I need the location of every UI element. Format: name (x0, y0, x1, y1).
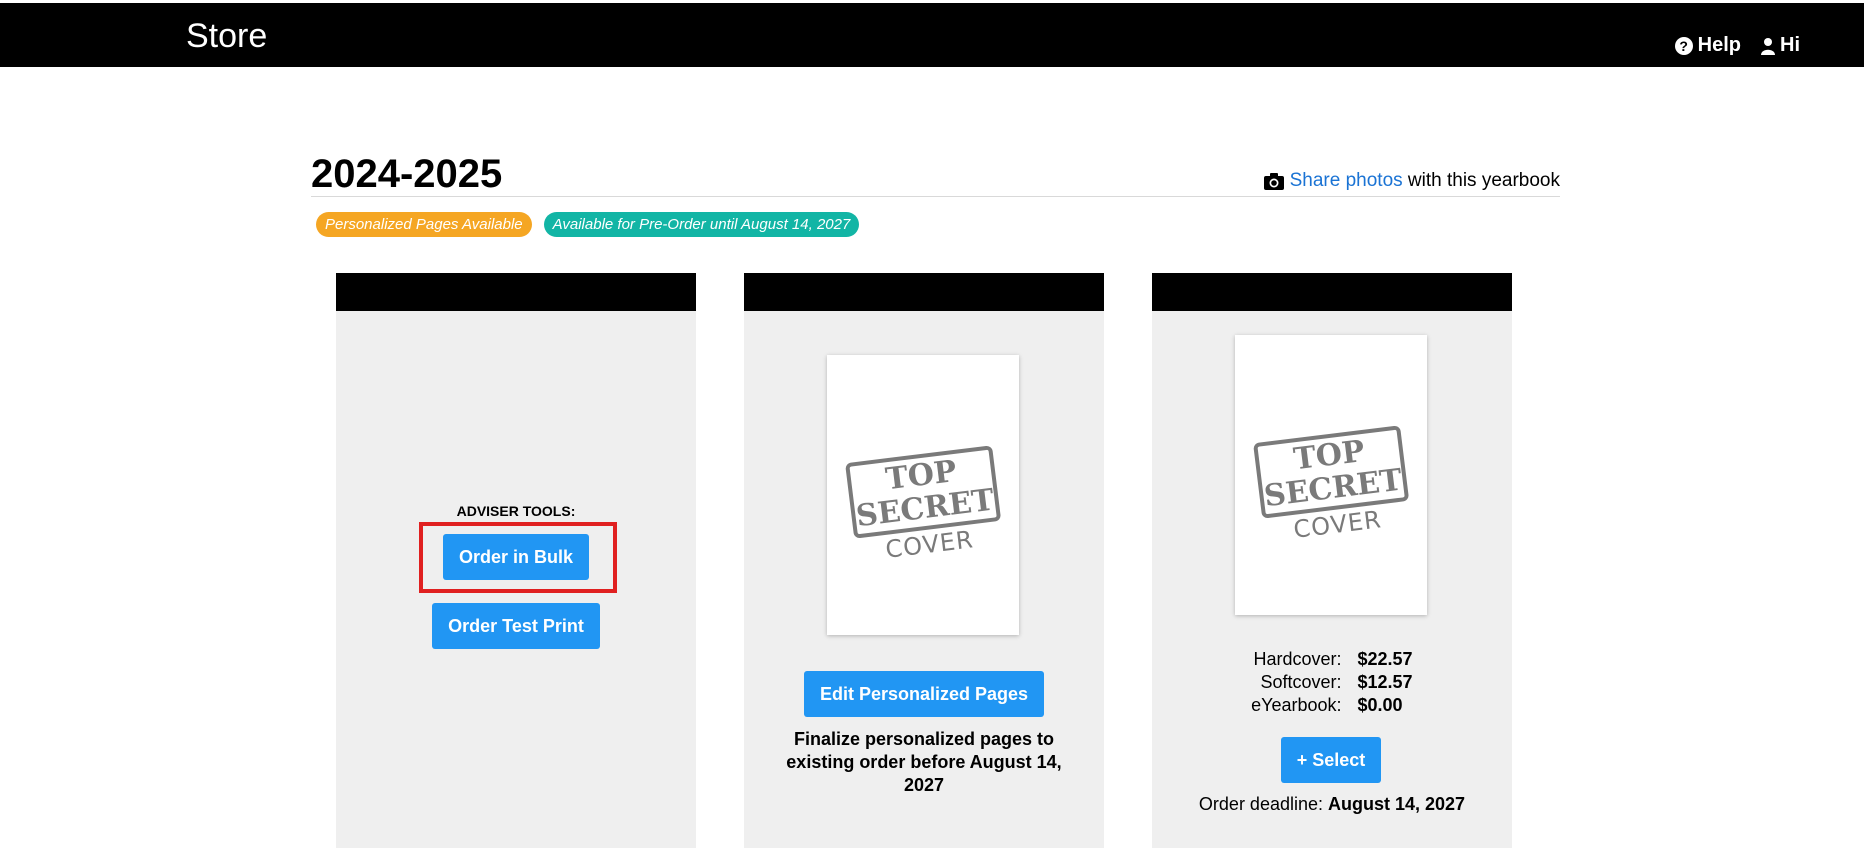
card-header (1152, 273, 1512, 311)
price-value: $22.57 (1357, 649, 1413, 669)
price-row-hardcover: Hardcover: $22.57 (1152, 648, 1512, 671)
top-navbar: Store ? Help Hi (0, 3, 1864, 67)
user-label: Hi (1780, 34, 1800, 56)
share-photos-link[interactable]: Share photos (1290, 170, 1403, 191)
page-title: 2024-2025 (311, 152, 503, 196)
deadline-value: August 14, 2027 (1328, 794, 1466, 814)
share-photos-suffix: with this yearbook (1402, 170, 1560, 191)
top-secret-stamp: TOP SECRET COVER (1253, 425, 1409, 544)
price-row-eyearbook: eYearbook: $0.00 (1152, 694, 1512, 717)
user-menu[interactable]: Hi (1761, 34, 1800, 57)
user-icon (1761, 37, 1775, 55)
price-row-softcover: Softcover: $12.57 (1152, 671, 1512, 694)
order-in-bulk-button[interactable]: Order in Bulk (443, 534, 589, 580)
yearbook-cover-image: TOP SECRET COVER (827, 355, 1019, 635)
card-header (744, 273, 1104, 311)
store-title[interactable]: Store (186, 18, 267, 54)
adviser-tools-label: ADVISER TOOLS: (456, 503, 576, 519)
order-test-print-button[interactable]: Order Test Print (432, 603, 600, 649)
yearbook-cover-image: TOP SECRET COVER (1235, 335, 1427, 615)
top-right-nav: ? Help Hi (1674, 34, 1800, 57)
purchase-card: TOP SECRET COVER Hardcover: $22.57 Softc… (1152, 273, 1512, 848)
title-divider (311, 196, 1560, 197)
share-photos-row: Share photos with this yearbook (1263, 170, 1560, 192)
camera-icon (1263, 172, 1284, 190)
price-label: Hardcover: (1253, 649, 1342, 669)
price-label: eYearbook: (1251, 695, 1342, 715)
price-value: $12.57 (1357, 672, 1413, 692)
adviser-tools-card: ADVISER TOOLS: Order in Bulk Order Test … (336, 273, 696, 848)
status-badges: Personalized Pages Available Available f… (316, 212, 860, 237)
price-value: $0.00 (1357, 695, 1403, 715)
help-label: Help (1697, 34, 1741, 56)
deadline-label: Order deadline: (1198, 794, 1323, 814)
select-button[interactable]: + Select (1281, 737, 1381, 783)
status-badge-personalized: Personalized Pages Available (316, 212, 532, 237)
personalized-pages-card: TOP SECRET COVER Edit Personalized Pages… (744, 273, 1104, 848)
order-deadline: Order deadline: August 14, 2027 (1152, 794, 1512, 815)
edit-personalized-pages-button[interactable]: Edit Personalized Pages (804, 671, 1044, 717)
card-header (336, 273, 696, 311)
price-list: Hardcover: $22.57 Softcover: $12.57 eYea… (1152, 648, 1512, 717)
finalize-notice: Finalize personalized pages to existing … (786, 729, 1062, 795)
top-secret-stamp: TOP SECRET COVER (845, 445, 1001, 564)
price-label: Softcover: (1260, 672, 1342, 692)
status-badge-preorder: Available for Pre-Order until August 14,… (543, 212, 860, 237)
question-circle-icon: ? (1674, 36, 1693, 55)
help-link[interactable]: ? Help (1674, 34, 1741, 57)
